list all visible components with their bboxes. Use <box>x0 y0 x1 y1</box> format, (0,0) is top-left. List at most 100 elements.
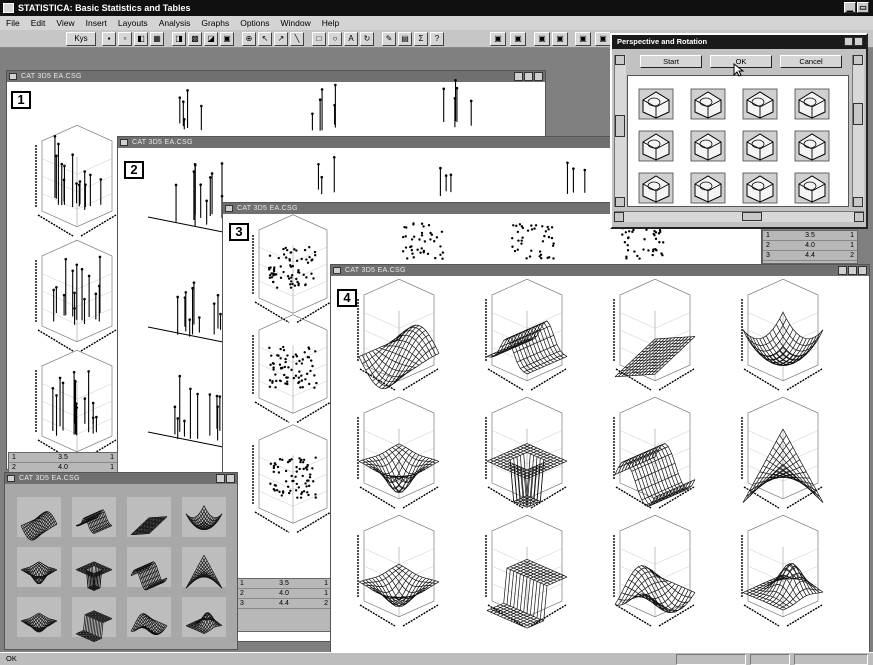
scroll-thumb[interactable] <box>742 212 762 221</box>
cancel-button[interactable]: Cancel <box>780 55 842 68</box>
rotation-cube-icon <box>690 172 726 204</box>
thumbnail-tile <box>182 597 226 637</box>
style-box[interactable]: Kys <box>66 32 96 46</box>
spreadsheet-cell: 3 <box>766 252 770 259</box>
tb-export-icon[interactable]: ▣ <box>575 32 591 46</box>
tb-chart2-icon[interactable]: ▣ <box>534 32 550 46</box>
plot-cube <box>35 239 117 352</box>
scroll-down-button[interactable] <box>853 197 863 207</box>
tb-camera-icon[interactable]: ▣ <box>595 32 611 46</box>
status-field-3 <box>794 654 868 665</box>
start-button[interactable]: Start <box>640 55 702 68</box>
maximize-button[interactable]: ▭ <box>857 2 869 13</box>
menu-insert[interactable]: Insert <box>86 16 107 30</box>
spreadsheet-cell: 3.5 <box>58 454 68 461</box>
menu-edit[interactable]: Edit <box>31 16 46 30</box>
tb-brush-icon[interactable]: ✎ <box>382 32 396 46</box>
thumbnail-tile <box>182 547 226 587</box>
tb-bold-icon[interactable]: ▪ <box>102 32 116 46</box>
spreadsheet-cell: 1 <box>324 580 328 587</box>
spreadsheet-cell: 4.4 <box>805 252 815 259</box>
rotation-cube-icon <box>638 130 674 162</box>
scroll-down-button[interactable] <box>615 197 625 207</box>
rotation-cube-icon <box>638 172 674 204</box>
tb-layers-icon[interactable]: ▤ <box>398 32 412 46</box>
spreadsheet-row[interactable]: 34.42 <box>237 599 331 609</box>
tb-underline-icon[interactable]: ◧ <box>134 32 148 46</box>
graph-window-4[interactable]: CAT 3D5 EA.CSG 4 <box>330 264 870 654</box>
tb-help-icon[interactable]: ? <box>430 32 444 46</box>
rotation-preview-grid[interactable] <box>627 75 849 207</box>
tb-chart-icon[interactable]: ◪ <box>204 32 218 46</box>
scatter-cloud <box>401 222 445 260</box>
spreadsheet-row[interactable]: 2 4.0 1 <box>763 241 857 251</box>
help-button[interactable] <box>844 37 853 46</box>
spreadsheet-row[interactable]: 1 3.5 1 <box>9 453 117 463</box>
plot-cube <box>357 514 439 627</box>
tb-text-icon[interactable]: A <box>344 32 358 46</box>
spike-plot <box>439 166 453 196</box>
scroll-right-button[interactable] <box>854 212 864 222</box>
scroll-thumb[interactable] <box>615 115 625 137</box>
scroll-up-button[interactable] <box>853 55 863 65</box>
tb-rotate-icon[interactable]: ↻ <box>360 32 374 46</box>
tb-arrow-icon[interactable]: ↗ <box>274 32 288 46</box>
status-field-2 <box>750 654 790 665</box>
rotation-preview-cubes <box>638 88 830 204</box>
tb-rect-icon[interactable]: □ <box>312 32 326 46</box>
minimize-button[interactable]: ▁ <box>844 2 856 13</box>
spreadsheet-cell: 3.5 <box>805 232 815 239</box>
menu-analysis[interactable]: Analysis <box>159 16 191 30</box>
tb-italic-icon[interactable]: ▫ <box>118 32 132 46</box>
plot-cube <box>35 124 117 237</box>
spike-plot <box>53 135 103 210</box>
tb-grid-icon[interactable]: ▣ <box>490 32 506 46</box>
rotation-cube-icon <box>794 172 830 204</box>
menu-options[interactable]: Options <box>240 16 269 30</box>
tb-zoom-icon[interactable]: ⊕ <box>242 32 256 46</box>
plot-cube <box>252 314 332 424</box>
spreadsheet-cell: 1 <box>324 590 328 597</box>
dialog-controls <box>844 37 863 46</box>
tb-ellipse-icon[interactable]: ○ <box>328 32 342 46</box>
horizontal-scrollbar[interactable] <box>614 211 864 222</box>
spreadsheet-row[interactable]: 2 4.0 1 <box>237 589 331 599</box>
spreadsheet-cell: 1 <box>110 454 114 461</box>
spreadsheet-fragment-bottom: 1 3.5 1 2 4.0 1 3 4.4 2 <box>236 578 332 632</box>
surface-plot <box>742 563 824 611</box>
tb-left-icon[interactable]: ▦ <box>150 32 164 46</box>
scroll-left-button[interactable] <box>614 212 624 222</box>
spike-plot <box>176 281 222 337</box>
tb-center-icon[interactable]: ◨ <box>172 32 186 46</box>
spreadsheet-cell: 3.5 <box>279 580 289 587</box>
vertical-scrollbar-left[interactable] <box>614 55 626 207</box>
tb-3d-icon[interactable]: ▣ <box>552 32 568 46</box>
menu-layouts[interactable]: Layouts <box>118 16 148 30</box>
scroll-thumb[interactable] <box>853 103 863 125</box>
tb-table-icon[interactable]: ▣ <box>220 32 234 46</box>
menu-help[interactable]: Help <box>322 16 339 30</box>
tb-print-icon[interactable]: ▣ <box>510 32 526 46</box>
tb-line-icon[interactable]: ╲ <box>290 32 304 46</box>
spreadsheet-cell: 2 <box>12 464 16 471</box>
menu-view[interactable]: View <box>56 16 74 30</box>
tb-pointer-icon[interactable]: ↖ <box>258 32 272 46</box>
app-icon[interactable] <box>3 3 14 13</box>
tb-right-icon[interactable]: ▩ <box>188 32 202 46</box>
rotation-cube-icon <box>690 130 726 162</box>
spreadsheet-row[interactable]: 1 3.5 1 <box>763 231 857 241</box>
spreadsheet-row[interactable]: 34.42 <box>763 251 857 261</box>
scroll-up-button[interactable] <box>615 55 625 65</box>
vertical-scrollbar-right[interactable] <box>852 55 864 207</box>
spreadsheet-cell: 1 <box>850 242 854 249</box>
tb-stats-icon[interactable]: Σ <box>414 32 428 46</box>
spreadsheet-row[interactable]: 1 3.5 1 <box>237 579 331 589</box>
menu-graphs[interactable]: Graphs <box>201 16 229 30</box>
spreadsheet-cell: 1 <box>850 232 854 239</box>
thumbnail-graph-window[interactable]: CAT 3D5 EA.CSG <box>4 472 238 650</box>
menu-file[interactable]: File <box>6 16 20 30</box>
menu-window[interactable]: Window <box>281 16 311 30</box>
status-text: OK <box>6 654 17 663</box>
rotation-cube-icon <box>742 172 778 204</box>
close-button[interactable] <box>854 37 863 46</box>
